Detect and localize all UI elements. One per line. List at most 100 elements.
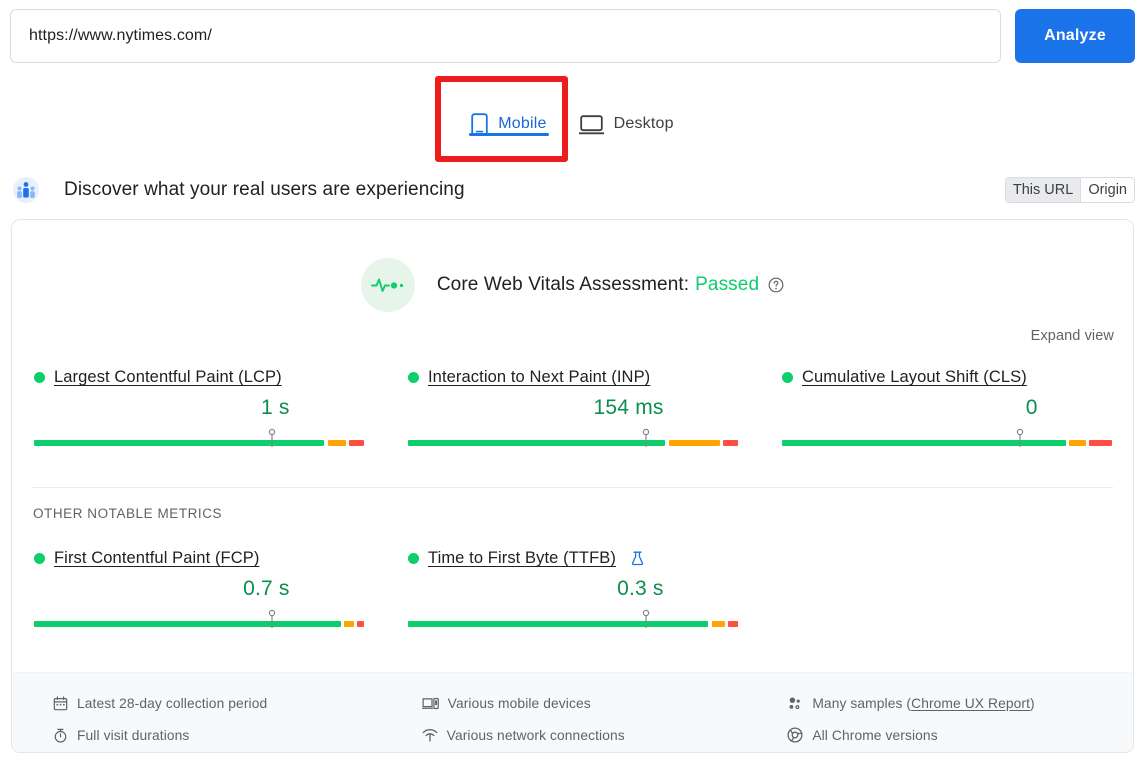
other-notable-metrics: First Contentful Paint (FCP) 0.7 s Time to… [12, 549, 1133, 629]
bar-track [408, 440, 738, 446]
expand-view-button[interactable]: Expand view [1031, 328, 1114, 344]
metric-value-row: 0 [782, 396, 1112, 426]
bar-segment-poor [357, 621, 364, 627]
metric-status-dot [408, 553, 419, 564]
chrome-ux-report-link[interactable]: Chrome UX Report [911, 696, 1030, 711]
tab-mobile-label: Mobile [498, 115, 547, 132]
metric-fcp: First Contentful Paint (FCP) 0.7 s [12, 549, 386, 629]
core-web-vitals-metrics: Largest Contentful Paint (LCP) 1 s Interac… [12, 368, 1133, 448]
bar-track [782, 440, 1112, 446]
url-input[interactable]: https://www.nytimes.com/ [10, 9, 1001, 63]
metric-distribution-bar [408, 428, 738, 448]
metric-distribution-bar [408, 609, 738, 629]
footer-item-samples: Many samples (Chrome UX Report) [787, 687, 1133, 719]
metric-status-dot [408, 372, 419, 383]
footer-item-devices: Various mobile devices [421, 687, 760, 719]
footer-label: Various network connections [446, 727, 625, 743]
pagespeed-insights-report: https://www.nytimes.com/ Analyze Mobile [0, 0, 1145, 766]
metric-distribution-bar [782, 428, 1112, 448]
metric-value: 154 ms [593, 396, 664, 419]
field-data-header: Discover what your real users are experi… [10, 168, 1135, 212]
footer-column-3: Many samples (Chrome UX Report) All Chro… [759, 687, 1133, 752]
footer-label: All Chrome versions [812, 727, 938, 743]
section-divider [32, 487, 1113, 488]
metric-header: Time to First Byte (TTFB) [408, 549, 738, 568]
footer-item-visit-durations: Full visit durations [53, 719, 386, 751]
pulse-icon [360, 258, 415, 312]
bar-segment-good [408, 621, 709, 627]
bar-segment-needs-improvement [1069, 440, 1086, 446]
network-icon [422, 728, 438, 743]
bar-segment-good [408, 440, 666, 446]
metric-value-marker [1015, 428, 1025, 448]
footer-column-1: Latest 28-day collection period Full vis… [12, 687, 386, 752]
metric-header: Interaction to Next Paint (INP) [408, 368, 738, 387]
bar-track [408, 621, 738, 627]
metric-lcp: Largest Contentful Paint (LCP) 1 s [12, 368, 386, 448]
cwv-assessment-prefix: Core Web Vitals Assessment: [436, 274, 690, 295]
field-data-heading: Discover what your real users are experi… [64, 179, 465, 200]
bar-segment-needs-improvement [327, 440, 346, 446]
card-footer: Latest 28-day collection period Full vis… [12, 672, 1133, 752]
metric-name-link[interactable]: First Contentful Paint (FCP) [54, 549, 259, 568]
metric-value: 0.3 s [617, 577, 664, 600]
bar-segment-poor [723, 440, 738, 446]
tab-desktop-label: Desktop [613, 115, 674, 132]
footer-label: Many samples (Chrome UX Report) [812, 696, 1034, 711]
real-users-icon [12, 176, 40, 204]
metric-header: Cumulative Layout Shift (CLS) [782, 368, 1112, 387]
tab-active-underline [469, 133, 549, 136]
bar-segment-good [34, 621, 341, 627]
metric-header: Largest Contentful Paint (LCP) [34, 368, 364, 387]
metric-inp: Interaction to Next Paint (INP) 154 ms [386, 368, 760, 448]
tab-desktop[interactable]: Desktop [563, 90, 690, 148]
metric-name-link[interactable]: Time to First Byte (TTFB) [428, 549, 616, 568]
footer-label-text: Many samples ( [812, 695, 912, 711]
footer-column-2: Various mobile devices Various network c… [386, 687, 760, 752]
analyze-button[interactable]: Analyze [1015, 9, 1135, 63]
metric-value: 0.7 s [243, 577, 290, 600]
tab-mobile[interactable]: Mobile [455, 90, 562, 148]
chrome-icon [787, 727, 803, 743]
metric-status-dot [782, 372, 793, 383]
cwv-assessment-result: Passed [695, 274, 760, 295]
url-input-value: https://www.nytimes.com/ [29, 27, 212, 44]
scope-this-url[interactable]: This URL [1005, 178, 1081, 202]
bar-segment-good [34, 440, 325, 446]
other-metrics-heading: OTHER NOTABLE METRICS [33, 506, 223, 521]
desktop-icon [578, 114, 604, 135]
footer-item-collection-period: Latest 28-day collection period [53, 687, 386, 719]
bar-track [34, 621, 364, 627]
metric-value-row: 154 ms [408, 396, 738, 426]
footer-label: Various mobile devices [447, 695, 591, 711]
bar-segment-poor [728, 621, 738, 627]
footer-item-network: Various network connections [422, 719, 760, 751]
metric-value: 0 [1025, 396, 1038, 419]
device-tabs: Mobile Desktop [0, 90, 1145, 148]
metric-value-row: 1 s [34, 396, 364, 426]
devices-icon [421, 696, 439, 711]
bar-track [34, 440, 364, 446]
metric-value-marker [267, 609, 277, 629]
metric-name-link[interactable]: Interaction to Next Paint (INP) [428, 368, 650, 387]
bar-segment-needs-improvement [668, 440, 720, 446]
help-icon[interactable] [768, 277, 784, 293]
scope-origin[interactable]: Origin [1080, 178, 1134, 202]
footer-label: Latest 28-day collection period [77, 695, 268, 711]
bar-segment-needs-improvement [344, 621, 355, 627]
stopwatch-icon [53, 728, 68, 743]
metric-value-marker [641, 609, 651, 629]
footer-item-chrome-versions: All Chrome versions [787, 719, 1133, 751]
metric-distribution-bar [34, 609, 364, 629]
calendar-icon [53, 695, 68, 711]
metric-value-marker [267, 428, 277, 448]
field-data-card: Core Web Vitals Assessment: Passed Expan… [11, 219, 1134, 753]
metric-name-link[interactable]: Largest Contentful Paint (LCP) [54, 368, 282, 387]
metric-cls: Cumulative Layout Shift (CLS) 0 [760, 368, 1133, 448]
metric-name-link[interactable]: Cumulative Layout Shift (CLS) [802, 368, 1027, 387]
metric-value-row: 0.3 s [408, 577, 738, 607]
footer-label: Full visit durations [77, 727, 190, 743]
metric-header: First Contentful Paint (FCP) [34, 549, 364, 568]
bar-segment-needs-improvement [711, 621, 725, 627]
metric-status-dot [34, 553, 45, 564]
